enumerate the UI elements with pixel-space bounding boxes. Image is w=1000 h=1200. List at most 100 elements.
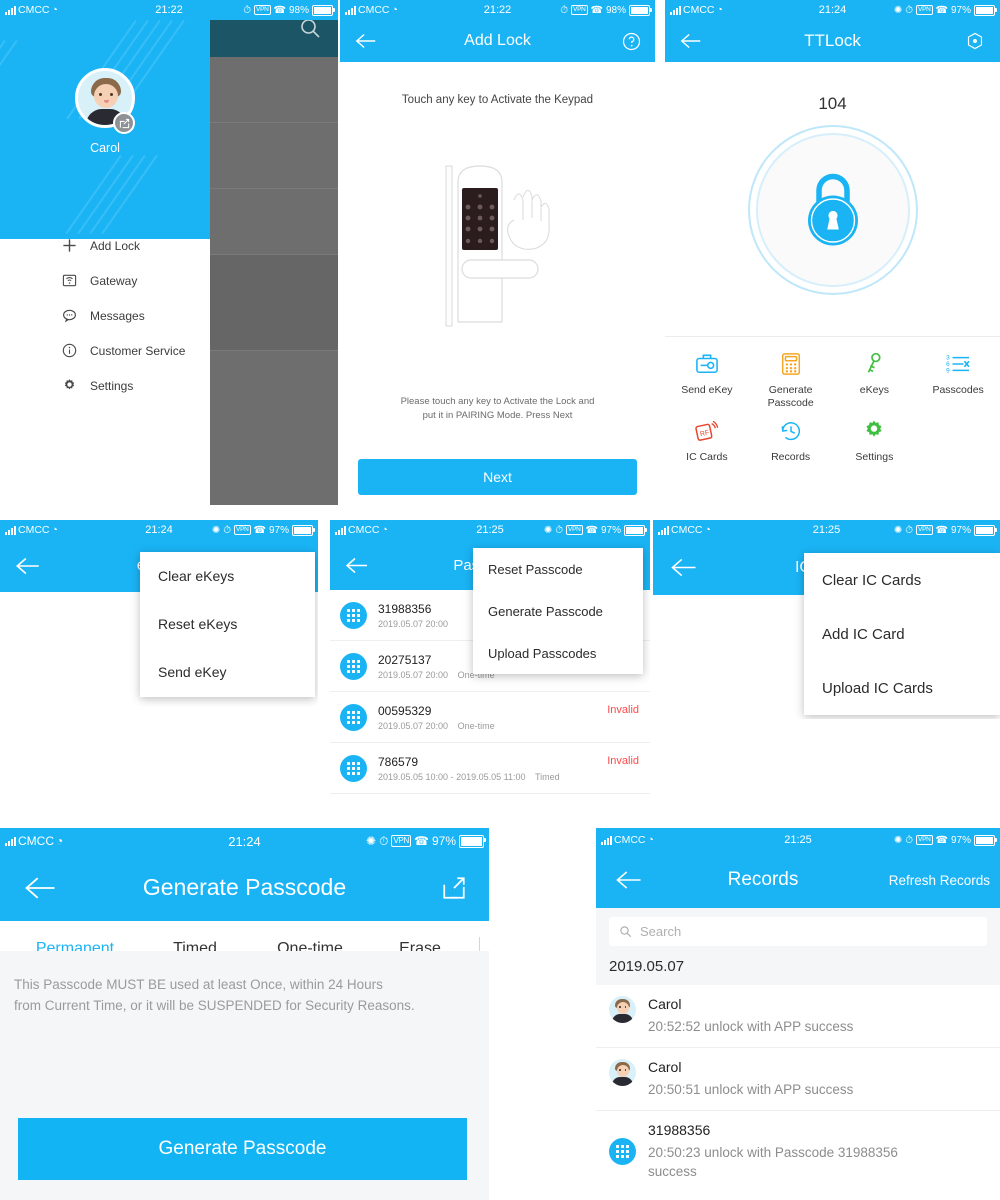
send-ekey-icon bbox=[695, 349, 719, 379]
action-label: eKeys bbox=[859, 384, 889, 396]
carrier-label: CMCC bbox=[18, 4, 50, 16]
padlock-icon bbox=[796, 166, 870, 255]
share-external-icon[interactable] bbox=[441, 875, 489, 901]
menu-item-reset-ekeys[interactable]: Reset eKeys bbox=[140, 600, 315, 648]
battery-icon bbox=[312, 4, 335, 16]
avatar-body bbox=[612, 1077, 633, 1086]
menu-item-upload-passcodes[interactable]: Upload Passcodes bbox=[473, 632, 643, 674]
battery-icon bbox=[292, 524, 315, 536]
action-passcodes[interactable]: 3 6 9 Passcodes bbox=[916, 349, 1000, 410]
sidebar-item-customer-service[interactable]: Customer Service bbox=[0, 333, 210, 368]
signal-icon bbox=[5, 836, 16, 846]
search-input[interactable]: Search bbox=[609, 917, 987, 946]
passcode-value: 31988356 bbox=[378, 601, 432, 616]
lock-button[interactable] bbox=[747, 125, 918, 295]
keypad-icon bbox=[609, 1138, 636, 1165]
battery-icon bbox=[624, 524, 647, 536]
menu-item-generate-passcode[interactable]: Generate Passcode bbox=[473, 590, 643, 632]
back-button[interactable] bbox=[340, 31, 378, 51]
sidebar-item-add-lock[interactable]: Add Lock bbox=[0, 228, 210, 263]
record-description: 20:50:51 unlock with APP success bbox=[648, 1082, 854, 1097]
action-ic-cards[interactable]: RF IC Cards bbox=[665, 416, 749, 464]
battery-label: 97% bbox=[268, 524, 289, 536]
svg-text:RF: RF bbox=[699, 429, 709, 438]
status-carrier: CMCC ◔ bbox=[335, 524, 388, 536]
keypad-icon bbox=[340, 703, 367, 731]
action-ekeys[interactable]: eKeys bbox=[833, 349, 917, 410]
status-bar: CMCC ◔ 21:22 ⏱ VPN ☎ 98% bbox=[0, 0, 338, 20]
panel-passcodes: CMCC ◔ 21:25 ✺ ⏱ VPN ☎ 97% Passcodes 319… bbox=[330, 520, 650, 806]
bluetooth-icon: ✺ bbox=[366, 834, 377, 848]
back-button[interactable] bbox=[665, 31, 703, 51]
panel-generate-passcode: CMCC ◔ 21:24 ✺ ⏱ VPN ☎ 97% Generate Pass… bbox=[0, 828, 489, 1200]
battery-label: 98% bbox=[605, 4, 626, 16]
passcode-type: Timed bbox=[534, 771, 560, 782]
action-empty bbox=[916, 416, 1000, 464]
wifi-icon: ◔ bbox=[647, 834, 654, 846]
edit-avatar-icon[interactable] bbox=[113, 112, 135, 134]
wifi-icon: ◔ bbox=[716, 4, 723, 16]
sidebar-item-messages[interactable]: Messages bbox=[0, 298, 210, 333]
list-item[interactable]: Carol 20:50:51 unlock with APP success bbox=[596, 1048, 1000, 1111]
background-row bbox=[208, 189, 338, 255]
settings-hex-icon[interactable] bbox=[966, 32, 1000, 50]
menu-item-send-ekey[interactable]: Send eKey bbox=[140, 648, 315, 696]
status-bar: CMCC ◔ 21:24 ✺ ⏱ VPN ☎ 97% bbox=[0, 828, 489, 854]
bluetooth-icon: ✺ bbox=[893, 4, 903, 16]
passcode-list-icon: 3 6 9 bbox=[946, 349, 970, 379]
action-generate-passcode[interactable]: Generate Passcode bbox=[749, 349, 833, 410]
door-lock-illustration bbox=[428, 160, 568, 340]
wifi-icon: ◔ bbox=[56, 834, 64, 848]
wifi-icon: ◔ bbox=[381, 524, 388, 536]
carrier-label: CMCC bbox=[18, 834, 54, 848]
menu-item-add-ic-card[interactable]: Add IC Card bbox=[804, 607, 1000, 661]
refresh-records-button[interactable]: Refresh Records bbox=[889, 873, 1000, 888]
alarm-icon: ⏱ bbox=[555, 524, 564, 536]
menu-item-clear-ic-cards[interactable]: Clear IC Cards bbox=[804, 553, 1000, 607]
back-button[interactable] bbox=[0, 874, 59, 902]
question-circle-icon[interactable] bbox=[622, 32, 655, 51]
nav-bar: Generate Passcode bbox=[0, 854, 489, 921]
panel-records: CMCC ◔ 21:25 ✺ ⏱ VPN ☎ 97% Records Refre… bbox=[596, 828, 1000, 1200]
next-button[interactable]: Next bbox=[358, 459, 637, 495]
list-item[interactable]: Carol 20:52:52 unlock with APP success bbox=[596, 985, 1000, 1048]
plus-icon bbox=[58, 238, 80, 253]
sidebar-item-label: Messages bbox=[90, 308, 145, 323]
action-send-ekey[interactable]: Send eKey bbox=[665, 349, 749, 410]
menu-item-label: Generate Passcode bbox=[488, 603, 603, 619]
menu-item-reset-passcode[interactable]: Reset Passcode bbox=[473, 548, 643, 590]
alarm-icon: ⏱ bbox=[243, 4, 252, 16]
sidebar-item-label: Gateway bbox=[90, 273, 138, 288]
back-button[interactable] bbox=[596, 868, 644, 892]
action-label: Records bbox=[771, 451, 811, 463]
sidebar-item-settings[interactable]: Settings bbox=[0, 368, 210, 403]
back-button[interactable] bbox=[0, 555, 42, 577]
back-button[interactable] bbox=[330, 555, 370, 576]
drawer-menu: CMCC ◔ 21:22 ⏱ VPN ☎ 98% Carol Add Lock … bbox=[0, 0, 338, 505]
status-carrier: CMCC ◔ bbox=[670, 4, 723, 16]
menu-item-clear-ekeys[interactable]: Clear eKeys bbox=[140, 552, 315, 600]
battery-icon bbox=[629, 4, 652, 16]
back-button[interactable] bbox=[653, 556, 699, 579]
list-item[interactable]: 31988356 20:50:23 unlock with Passcode 3… bbox=[596, 1111, 1000, 1192]
table-row[interactable]: 786579 2019.05.05 10:00 - 2019.05.05 11:… bbox=[330, 743, 650, 794]
action-settings[interactable]: Settings bbox=[833, 416, 917, 464]
alarm-icon: ⏱ bbox=[223, 524, 232, 536]
avatar-eye bbox=[619, 1069, 621, 1071]
hd-call-icon: ☎ bbox=[273, 4, 286, 16]
sidebar-item-label: Customer Service bbox=[90, 343, 186, 358]
menu-item-label: Reset eKeys bbox=[158, 616, 238, 632]
signal-icon bbox=[345, 5, 356, 15]
action-label-multiline: Generate Passcode bbox=[768, 384, 814, 410]
generate-passcode-button[interactable]: Generate Passcode bbox=[18, 1118, 467, 1180]
sidebar-item-gateway[interactable]: Gateway bbox=[0, 263, 210, 298]
menu-item-upload-ic-cards[interactable]: Upload IC Cards bbox=[804, 661, 1000, 715]
search-icon bbox=[620, 926, 632, 938]
wifi-icon: ◔ bbox=[51, 524, 58, 536]
decor-stripes bbox=[65, 155, 210, 239]
action-records[interactable]: Records bbox=[749, 416, 833, 464]
warning-line2: from Current Time, or it will be SUSPEND… bbox=[14, 998, 415, 1013]
activate-hint: Touch any key to Activate the Keypad bbox=[401, 94, 594, 106]
signal-icon bbox=[335, 525, 346, 535]
table-row[interactable]: 00595329 2019.05.07 20:00 One-time Inval… bbox=[330, 692, 650, 743]
